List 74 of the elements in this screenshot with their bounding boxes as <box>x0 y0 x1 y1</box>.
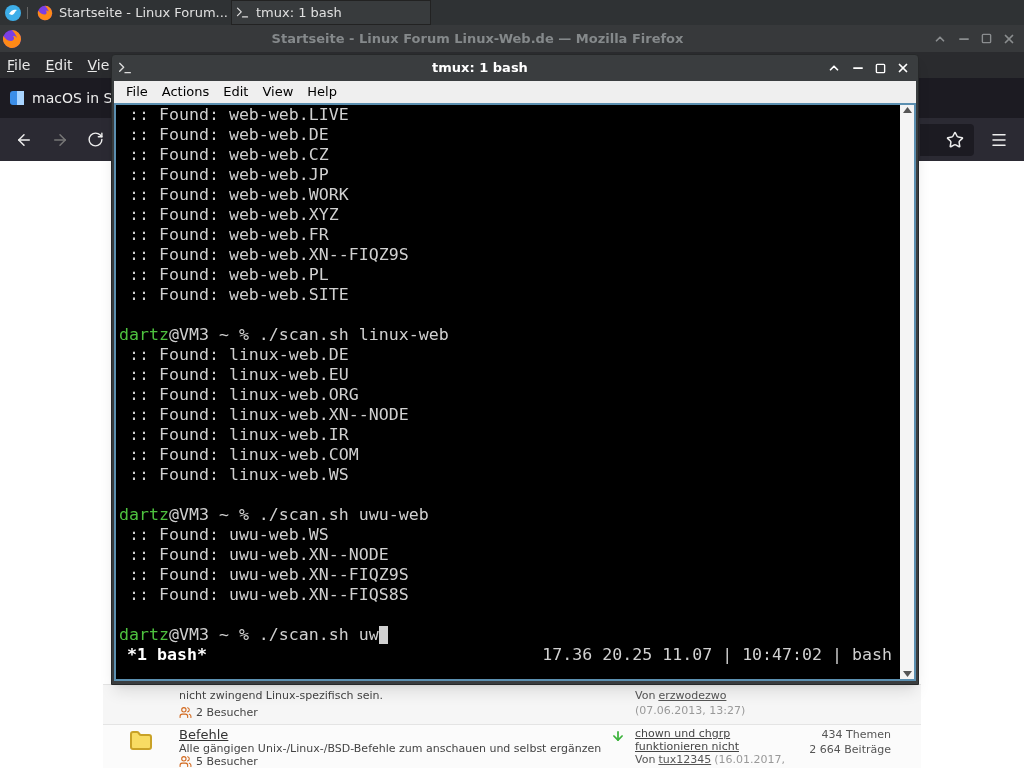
visitor-count: 2 Besucher <box>196 705 258 720</box>
output-line: :: Found: linux-web.EU <box>128 365 350 385</box>
output-line: :: Found: uwu-web.XN--NODE <box>128 545 390 565</box>
forum-description: nicht zwingend Linux-spezifisch sein. <box>179 688 384 703</box>
command-text: @VM3 ~ % ./scan.sh uwu-web <box>168 505 429 525</box>
reload-icon[interactable] <box>87 131 104 148</box>
output-line: :: Found: web-web.PL <box>128 265 330 285</box>
output-line: :: Found: web-web.XN--FIQZ9S <box>128 245 410 265</box>
output-line: :: Found: linux-web.DE <box>128 345 350 365</box>
prompt-user: dartz <box>119 625 169 645</box>
bookmark-star-icon[interactable] <box>946 130 964 149</box>
output-line: :: Found: linux-web.ORG <box>128 385 360 405</box>
output-line: :: Found: linux-web.COM <box>128 445 360 465</box>
scroll-down-icon[interactable] <box>902 671 912 677</box>
window-title: tmux: 1 bash <box>431 59 529 78</box>
output-line: :: Found: linux-web.IR <box>128 425 350 445</box>
menu-item[interactable]: File <box>126 82 148 102</box>
menu-item[interactable]: File <box>7 54 31 76</box>
author-label: Von <box>635 688 656 703</box>
menu-item[interactable]: Edit <box>45 54 73 76</box>
scroll-up-icon[interactable] <box>902 107 912 113</box>
scrollbar[interactable] <box>900 105 914 679</box>
url-field[interactable] <box>920 123 974 156</box>
menu-item[interactable]: View <box>262 82 294 102</box>
task-button[interactable]: tmux: 1 bash <box>231 0 431 25</box>
output-line: :: Found: web-web.CZ <box>128 145 330 165</box>
output-line: :: Found: linux-web.WS <box>128 465 350 485</box>
output-line: :: Found: web-web.JP <box>128 165 330 185</box>
status-info: 17.36 20.25 11.07 | 10:47:02 | bash <box>542 645 892 665</box>
output-line: :: Found: web-web.LIVE <box>128 105 350 125</box>
output-line: :: Found: web-web.WORK <box>128 185 350 205</box>
users-icon <box>179 755 192 768</box>
folder-icon <box>129 729 153 753</box>
terminal-icon <box>117 60 133 76</box>
command-text: @VM3 ~ % ./scan.sh linux-web <box>168 325 449 345</box>
visitor-count: 5 Besucher <box>196 755 258 768</box>
author-label: Von <box>635 753 656 766</box>
text-cursor <box>378 626 388 644</box>
output-line: :: Found: web-web.XYZ <box>128 205 340 225</box>
fox-globe-icon <box>37 4 53 21</box>
post-count: 2 664 Beiträge <box>809 742 891 757</box>
output-line: :: Found: uwu-web.XN--FIQS8S <box>128 585 410 605</box>
output-line: :: Found: uwu-web.XN--FIQZ9S <box>128 565 410 585</box>
window-indicator: *1 bash* <box>127 645 207 665</box>
finder-icon <box>10 91 24 105</box>
output-line: :: Found: web-web.FR <box>128 225 330 245</box>
output-line: :: Found: linux-web.XN--NODE <box>128 405 410 425</box>
down-arrow-icon <box>611 729 625 743</box>
post-date: (07.06.2013, 13:27) <box>635 703 746 718</box>
browser-tab[interactable]: macOS in S <box>10 87 113 109</box>
terminal-icon <box>235 5 250 20</box>
menu-item[interactable]: Actions <box>161 82 210 102</box>
output-line: :: Found: uwu-web.WS <box>128 525 330 545</box>
author-link[interactable]: erzwodezwo <box>658 688 727 703</box>
command-text: @VM3 ~ % ./scan.sh uw <box>168 625 379 645</box>
fox-globe-icon <box>2 28 22 49</box>
close-icon[interactable] <box>896 61 910 75</box>
thread-link[interactable]: chown und chgrp funktionieren nicht <box>635 727 745 753</box>
forum-link[interactable]: Befehle <box>179 727 611 742</box>
users-icon <box>179 706 192 719</box>
task-button[interactable]: Startseite - Linux Forum... <box>34 0 231 25</box>
bird-icon[interactable] <box>5 4 21 21</box>
prompt-user: dartz <box>119 505 169 525</box>
thread-count: 434 Themen <box>821 727 891 742</box>
menu-item[interactable]: Edit <box>223 82 249 102</box>
post-date: (16.01.2017, <box>714 753 785 766</box>
output-line: :: Found: web-web.SITE <box>128 285 350 305</box>
menu-item[interactable]: Help <box>307 82 337 102</box>
author-link[interactable]: tux12345 <box>658 753 712 766</box>
forum-description: Alle gängigen Unix-/Linux-/BSD-Befehle zum anschauen und selbst ergänzen <box>179 742 603 755</box>
prompt-user: dartz <box>119 325 169 345</box>
output-line: :: Found: web-web.DE <box>128 125 330 145</box>
window-title: Startseite - Linux Forum Linux-Web.de — Mozilla Firefox <box>270 29 685 48</box>
menu-item[interactable]: Vie <box>87 54 110 76</box>
